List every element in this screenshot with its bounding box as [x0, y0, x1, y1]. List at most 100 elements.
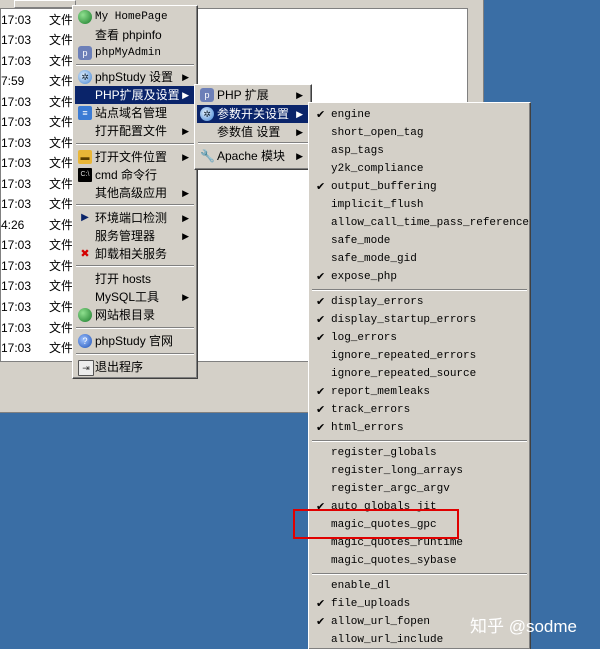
menu-item-label: 打开文件位置: [95, 150, 168, 164]
file-type: 文件: [49, 300, 74, 314]
file-type: 文件: [49, 136, 74, 150]
file-type: 文件: [49, 33, 74, 47]
annotation-highlight-box: [293, 509, 459, 539]
file-time: 17:03: [1, 177, 32, 191]
menu-separator: [76, 353, 194, 355]
menu-item-label: MySQL工具: [95, 290, 160, 304]
menu-item-label: 打开 hosts: [95, 272, 152, 286]
main-menu-item[interactable]: ▬ 打开文件位置 ▶: [75, 148, 195, 166]
menu-item-label: PHP扩展及设置: [95, 88, 180, 102]
submenu-item[interactable]: p PHP 扩展 ▶: [197, 86, 309, 104]
file-time: 17:03: [1, 95, 32, 109]
php-switch-item[interactable]: ✔ track_errors: [311, 401, 528, 419]
php-switch-item[interactable]: ✔ engine: [311, 106, 528, 124]
main-menu-item[interactable]: PHP扩展及设置 ▶: [75, 86, 195, 104]
menu-item-label: 站点域名管理: [95, 106, 168, 120]
main-menu-item[interactable]: 查看 phpinfo: [75, 26, 195, 44]
file-type: 文件: [49, 115, 74, 129]
main-menu-item[interactable]: ✖ 卸载相关服务: [75, 245, 195, 263]
main-menu-item[interactable]: C:\ cmd 命令行: [75, 166, 195, 184]
menu-item-label: phpMyAdmin: [95, 47, 162, 59]
main-menu-item[interactable]: p phpMyAdmin: [75, 44, 195, 62]
play-icon: ▶: [81, 212, 89, 223]
php-switch-item[interactable]: y2k_compliance: [311, 160, 528, 178]
php-switch-item[interactable]: ignore_repeated_errors: [311, 347, 528, 365]
file-time: 17:03: [1, 259, 32, 273]
php-icon: p: [78, 46, 92, 60]
main-menu-item[interactable]: ▶ 环境端口检测 ▶: [75, 209, 195, 227]
check-icon: ✔: [316, 616, 326, 628]
menu-item-label: 服务管理器: [95, 229, 156, 243]
php-switch-item[interactable]: ✔ display_errors: [311, 293, 528, 311]
php-switch-item[interactable]: short_open_tag: [311, 124, 528, 142]
file-time: 17:03: [1, 300, 32, 314]
gear-icon: ✲: [200, 107, 214, 121]
php-switch-item[interactable]: register_long_arrays: [311, 462, 528, 480]
menu-separator: [76, 204, 194, 206]
main-menu-item[interactable]: MySQL工具 ▶: [75, 288, 195, 306]
menu-separator: [76, 64, 194, 66]
check-icon: ✔: [316, 271, 326, 283]
php-switch-item[interactable]: ✔ display_startup_errors: [311, 311, 528, 329]
php-switch-item[interactable]: safe_mode_gid: [311, 250, 528, 268]
menu-item-label: 网站根目录: [95, 308, 156, 322]
menu-item-label: 打开配置文件: [95, 124, 168, 138]
php-switch-item[interactable]: enable_dl: [311, 577, 528, 595]
submenu-item[interactable]: ✲ 参数开关设置 ▶: [197, 105, 309, 123]
main-menu-item[interactable]: 打开 hosts: [75, 270, 195, 288]
php-switch-item[interactable]: ignore_repeated_source: [311, 365, 528, 383]
submenu-arrow-icon: ▶: [296, 127, 303, 137]
main-menu-item[interactable]: ? phpStudy 官网: [75, 332, 195, 350]
file-time: 17:03: [1, 341, 32, 355]
php-switch-item[interactable]: ✔ html_errors: [311, 419, 528, 437]
menu-separator: [312, 289, 527, 291]
file-type: 文件: [49, 341, 74, 355]
php-switch-item[interactable]: magic_quotes_sybase: [311, 552, 528, 570]
menu-separator: [312, 440, 527, 442]
php-switch-item[interactable]: ✔ report_memleaks: [311, 383, 528, 401]
php-switch-item[interactable]: register_argc_argv: [311, 480, 528, 498]
file-time: 17:03: [1, 13, 32, 27]
main-menu-item[interactable]: ≡ 站点域名管理: [75, 104, 195, 122]
php-switch-submenu: ✔ engine short_open_tag asp_tags y2k_complia…: [308, 102, 531, 649]
main-menu-item[interactable]: ✲ phpStudy 设置 ▶: [75, 68, 195, 86]
main-menu-item[interactable]: 网站根目录: [75, 306, 195, 324]
menu-item-label: 参数开关设置: [217, 107, 290, 121]
check-icon: ✔: [316, 386, 326, 398]
submenu-arrow-icon: ▶: [182, 126, 189, 136]
php-switch-item[interactable]: ✔ output_buffering: [311, 178, 528, 196]
php-switch-item[interactable]: allow_call_time_pass_reference: [311, 214, 529, 232]
file-time: 7:59: [1, 74, 25, 88]
menu-item-label: My HomePage: [95, 11, 168, 23]
menu-item-label: ignore_repeated_source: [331, 368, 477, 380]
help-icon: ?: [78, 334, 92, 348]
submenu-item[interactable]: 🔧 Apache 模块 ▶: [197, 147, 309, 165]
check-icon: ✔: [316, 296, 326, 308]
menu-item-label: Apache 模块: [217, 149, 286, 163]
main-menu-item[interactable]: ⇥ 退出程序: [75, 358, 195, 376]
submenu-arrow-icon: ▶: [296, 151, 303, 161]
php-switch-item[interactable]: ✔ expose_php: [311, 268, 528, 286]
menu-item-label: safe_mode_gid: [331, 253, 417, 265]
main-menu-item[interactable]: 其他高级应用 ▶: [75, 184, 195, 202]
php-switch-item[interactable]: asp_tags: [311, 142, 528, 160]
menu-item-label: register_globals: [331, 447, 437, 459]
menu-item-label: expose_php: [331, 271, 398, 283]
column-header-button[interactable]: [14, 0, 76, 8]
submenu-arrow-icon: ▶: [296, 90, 303, 100]
php-switch-item[interactable]: register_globals: [311, 444, 528, 462]
php-switch-item[interactable]: implicit_flush: [311, 196, 528, 214]
main-menu-item[interactable]: My HomePage: [75, 8, 195, 26]
menu-item-label: implicit_flush: [331, 199, 424, 211]
main-menu-item[interactable]: 打开配置文件 ▶: [75, 122, 195, 140]
file-type: 文件: [49, 279, 74, 293]
php-icon: p: [200, 88, 214, 102]
watermark: 知乎 @sodme: [470, 617, 578, 636]
file-type: 文件: [49, 321, 74, 335]
submenu-item[interactable]: 参数值 设置 ▶: [197, 123, 309, 141]
main-menu-item[interactable]: 服务管理器 ▶: [75, 227, 195, 245]
menu-item-label: phpStudy 官网: [95, 334, 174, 348]
php-switch-item[interactable]: safe_mode: [311, 232, 528, 250]
php-switch-item[interactable]: ✔ log_errors: [311, 329, 528, 347]
php-switch-item[interactable]: ✔ file_uploads: [311, 595, 528, 613]
